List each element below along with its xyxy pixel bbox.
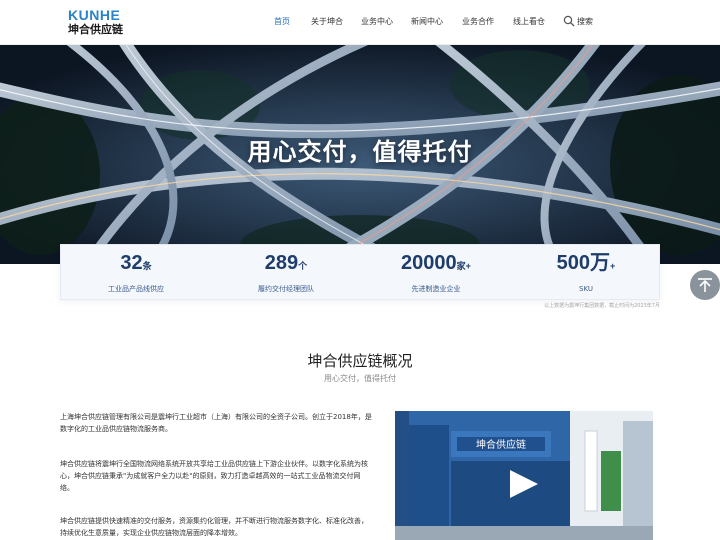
stat-label: SKU: [579, 285, 593, 293]
stat-value: 289: [264, 252, 299, 274]
stat-label: 工业品产品线供应: [108, 285, 164, 293]
stat-unit: 个: [298, 261, 308, 271]
hero-banner: 用心交付，值得托付: [0, 45, 720, 264]
stat-unit: +: [610, 261, 616, 271]
stat-label: 先进制造业企业: [411, 285, 461, 293]
overview-paragraph: 坤合供应链提供快速精准的交付服务，资源集约化管理，并不断进行物流服务数字化、标准…: [60, 517, 368, 537]
nav-item-warehouse[interactable]: 线上看仓: [513, 16, 545, 28]
warehouse-sign-text: 坤合供应链: [476, 438, 526, 451]
nav-item-home[interactable]: 首页: [274, 16, 290, 28]
nav-item-news[interactable]: 新闻中心: [411, 16, 443, 28]
stat-unit: 家+: [456, 261, 471, 271]
company-video[interactable]: 坤合供应链: [395, 411, 653, 540]
stat-label: 履约交付经理团队: [258, 285, 314, 293]
stat-enterprises: 20000家+ 先进制造业企业: [361, 251, 511, 294]
section-subtitle: 用心交付，值得托付: [324, 374, 396, 383]
arrow-up-icon: [698, 278, 712, 292]
overview-paragraph: 坤合供应链将震坤行全国物流网络系统开放共享给工业品供应链上下游企业伙伴。以数字化…: [60, 460, 368, 492]
back-to-top-button[interactable]: [690, 270, 720, 300]
stat-value: 32: [120, 252, 143, 274]
nav-item-cooperation[interactable]: 业务合作: [462, 16, 494, 28]
stat-sku: 500万+ SKU: [511, 251, 661, 294]
stat-delivery-team: 289个 履约交付经理团队: [211, 251, 361, 294]
stats-bar: 32条 工业品产品线供应 289个 履约交付经理团队 20000家+ 先进制造业…: [60, 244, 660, 300]
nav-item-about[interactable]: 关于坤合: [311, 16, 343, 28]
hero-title: 用心交付，值得托付: [247, 138, 473, 166]
search-label[interactable]: 搜索: [577, 16, 593, 28]
section-title: 坤合供应链概况: [307, 352, 413, 370]
stat-unit: 条: [142, 261, 152, 271]
stat-value: 500万: [556, 252, 611, 274]
stat-value: 20000: [401, 252, 457, 274]
site-header: KUNHE 坤合供应链 首页 关于坤合 业务中心 新闻中心 业务合作 线上看仓 …: [0, 0, 720, 45]
overview-paragraph: 上海坤合供应链管理有限公司是震坤行工业超市（上海）有限公司的全资子公司。创立于2…: [60, 413, 372, 433]
nav-item-business[interactable]: 业务中心: [361, 16, 393, 28]
data-source-note: 以上数据为震坤行集团数据，截止时间为2023年7月: [544, 303, 660, 309]
play-icon[interactable]: [508, 468, 540, 500]
main-nav: 首页 关于坤合 业务中心 新闻中心 业务合作 线上看仓: [0, 16, 720, 30]
search-icon[interactable]: [563, 15, 575, 27]
stat-product-lines: 32条 工业品产品线供应: [61, 251, 211, 294]
